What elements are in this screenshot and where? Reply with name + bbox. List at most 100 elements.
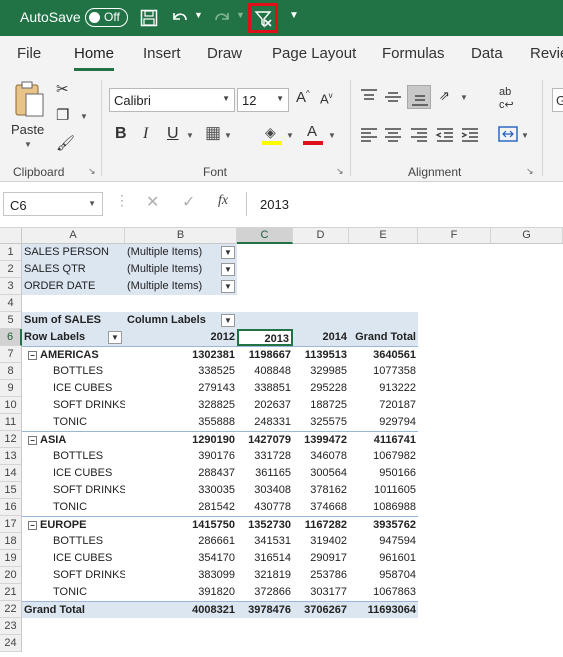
row-header-8[interactable]: 8	[0, 363, 22, 380]
item-value[interactable]: 929794	[349, 414, 418, 431]
row-header-23[interactable]: 23	[0, 618, 22, 635]
filter-dropdown-button[interactable]: ▼	[221, 280, 235, 293]
align-right-icon[interactable]	[409, 125, 429, 145]
font-name-box[interactable]: Calibri ▼	[109, 88, 235, 112]
column-header-e[interactable]: E	[349, 228, 418, 244]
group-value[interactable]: 1415750	[125, 516, 237, 533]
align-left-icon[interactable]	[359, 125, 379, 145]
paste-button[interactable]: Paste ▼	[10, 80, 50, 150]
item-value[interactable]: 1067863	[349, 584, 418, 601]
item-label[interactable]: BOTTLES	[22, 363, 125, 380]
row-header-19[interactable]: 19	[0, 550, 22, 567]
item-value[interactable]: 279143	[125, 380, 237, 397]
name-box[interactable]: C6 ▼	[3, 192, 103, 216]
item-value[interactable]: 288437	[125, 465, 237, 482]
item-value[interactable]: 286661	[125, 533, 237, 550]
row-header-14[interactable]: 14	[0, 465, 22, 482]
item-value[interactable]: 202637	[237, 397, 293, 414]
orientation-dropdown-icon[interactable]: ▼	[460, 93, 468, 102]
item-value[interactable]: 408848	[237, 363, 293, 380]
increase-indent-icon[interactable]	[460, 125, 480, 145]
autosave-toggle[interactable]: Off	[85, 8, 128, 27]
item-value[interactable]: 961601	[349, 550, 418, 567]
row-header-9[interactable]: 9	[0, 380, 22, 397]
item-value[interactable]: 295228	[293, 380, 349, 397]
item-value[interactable]: 947594	[349, 533, 418, 550]
font-color-dropdown-icon[interactable]: ▼	[328, 131, 336, 140]
tab-file[interactable]: File	[17, 45, 41, 62]
redo-icon[interactable]	[212, 9, 232, 27]
row-header-24[interactable]: 24	[0, 635, 22, 652]
column-header-g[interactable]: G	[491, 228, 563, 244]
row-header-2[interactable]: 2	[0, 261, 22, 278]
undo-icon[interactable]	[170, 9, 190, 27]
format-painter-icon[interactable]: 🖌	[56, 134, 75, 152]
borders-dropdown-icon[interactable]: ▼	[224, 131, 232, 140]
italic-icon[interactable]: I	[143, 125, 148, 143]
clear-filter-button[interactable]	[248, 3, 278, 33]
item-value[interactable]: 950166	[349, 465, 418, 482]
collapse-icon[interactable]: −	[28, 521, 37, 530]
item-value[interactable]: 346078	[293, 448, 349, 465]
tab-formulas[interactable]: Formulas	[382, 45, 445, 62]
item-value[interactable]: 316514	[237, 550, 293, 567]
item-label[interactable]: TONIC	[22, 414, 125, 431]
row-header-15[interactable]: 15	[0, 482, 22, 499]
row-header-20[interactable]: 20	[0, 567, 22, 584]
item-value[interactable]: 913222	[349, 380, 418, 397]
row-header-13[interactable]: 13	[0, 448, 22, 465]
item-value[interactable]: 430778	[237, 499, 293, 516]
number-format-box[interactable]: G	[552, 88, 563, 112]
item-value[interactable]: 361165	[237, 465, 293, 482]
undo-dropdown-icon[interactable]: ▼	[194, 10, 203, 20]
insert-function-icon[interactable]: fx	[218, 193, 228, 209]
item-value[interactable]: 355888	[125, 414, 237, 431]
item-value[interactable]: 300564	[293, 465, 349, 482]
decrease-indent-icon[interactable]	[435, 125, 455, 145]
item-value[interactable]: 290917	[293, 550, 349, 567]
tab-home[interactable]: Home	[74, 45, 114, 62]
cancel-icon[interactable]: ✕	[146, 192, 159, 212]
formula-input[interactable]: 2013	[246, 192, 563, 216]
grand-total-value[interactable]: 3978476	[237, 601, 293, 618]
top-align-icon[interactable]	[359, 87, 379, 107]
underline-dropdown-icon[interactable]: ▼	[186, 131, 194, 140]
cut-icon[interactable]: ✂	[56, 80, 69, 98]
item-label[interactable]: TONIC	[22, 584, 125, 601]
select-all-corner[interactable]	[0, 228, 22, 244]
underline-icon[interactable]: U	[167, 125, 179, 143]
item-value[interactable]: 253786	[293, 567, 349, 584]
item-value[interactable]: 329985	[293, 363, 349, 380]
grand-total-value[interactable]: 11693064	[349, 601, 418, 618]
item-value[interactable]: 391820	[125, 584, 237, 601]
item-value[interactable]: 390176	[125, 448, 237, 465]
row-labels-filter-button[interactable]: ▼	[108, 331, 122, 344]
item-label[interactable]: SOFT DRINKS	[22, 397, 125, 414]
item-value[interactable]: 383099	[125, 567, 237, 584]
item-value[interactable]: 281542	[125, 499, 237, 516]
group-value[interactable]: 4116741	[349, 431, 418, 448]
group-value[interactable]: 3935762	[349, 516, 418, 533]
save-icon[interactable]	[140, 9, 158, 27]
item-value[interactable]: 303177	[293, 584, 349, 601]
group-value[interactable]: 1290190	[125, 431, 237, 448]
tab-draw[interactable]: Draw	[207, 45, 242, 62]
item-value[interactable]: 378162	[293, 482, 349, 499]
row-header-3[interactable]: 3	[0, 278, 22, 295]
group-value[interactable]: 3640561	[349, 346, 418, 363]
decrease-font-size-icon[interactable]: Av	[320, 91, 333, 106]
filter-field-label[interactable]: ORDER DATE	[22, 278, 125, 295]
pivot-header-fill[interactable]	[237, 312, 418, 329]
item-value[interactable]: 1086988	[349, 499, 418, 516]
group-label[interactable]: − EUROPE	[22, 516, 125, 533]
bottom-align-button[interactable]	[407, 85, 431, 109]
row-header-5[interactable]: 5	[0, 312, 22, 329]
font-color-icon[interactable]: A	[303, 123, 323, 146]
group-value[interactable]: 1167282	[293, 516, 349, 533]
item-value[interactable]: 338525	[125, 363, 237, 380]
row-header-17[interactable]: 17	[0, 516, 22, 533]
tab-page-layout[interactable]: Page Layout	[272, 45, 356, 62]
item-value[interactable]: 958704	[349, 567, 418, 584]
grand-total-value[interactable]: 3706267	[293, 601, 349, 618]
font-launcher-icon[interactable]: ↘	[336, 166, 344, 177]
